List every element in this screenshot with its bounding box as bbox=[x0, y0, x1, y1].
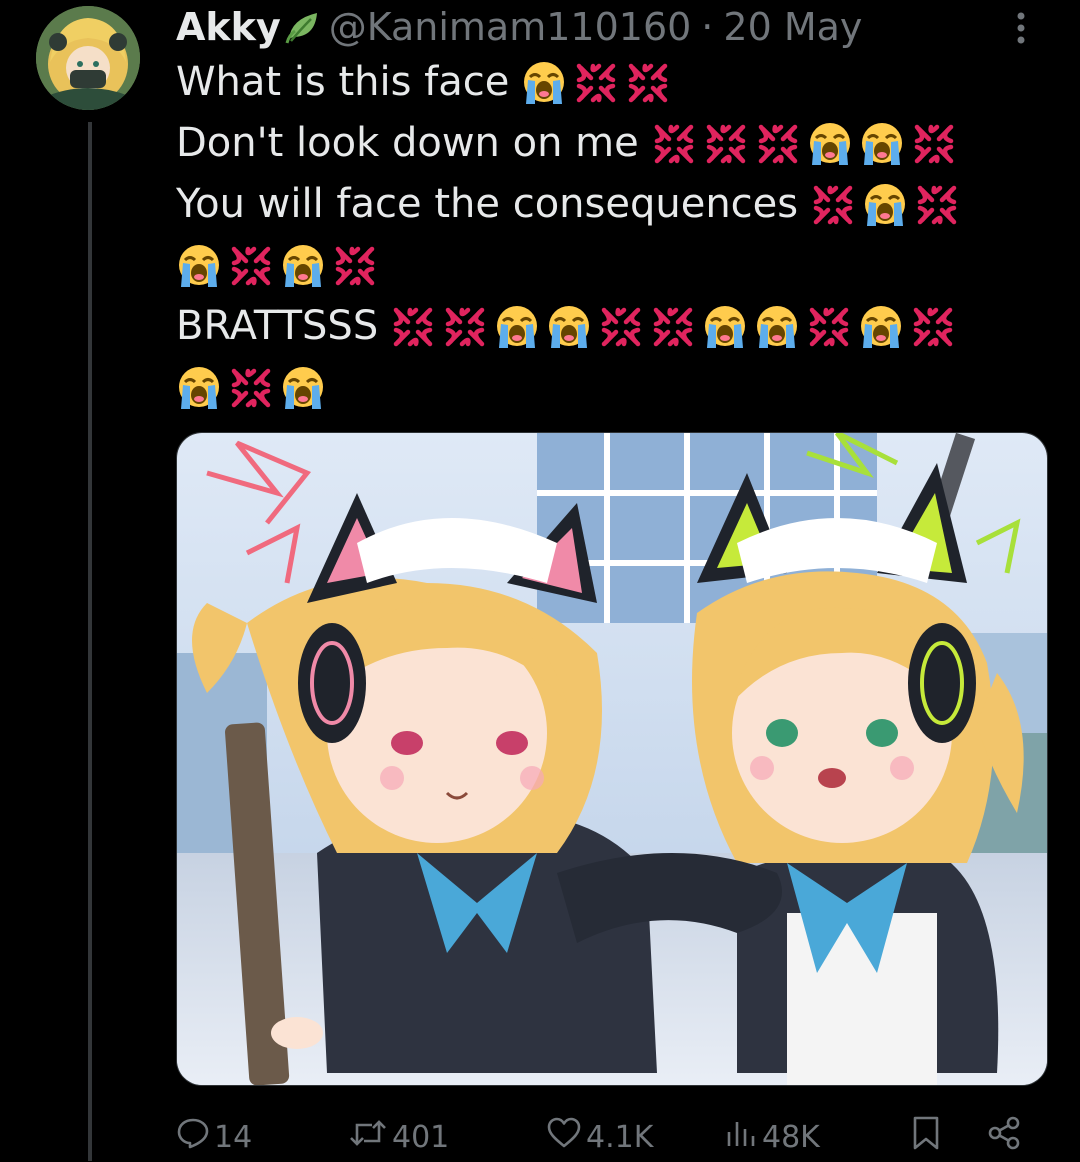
views-button[interactable]: 48K bbox=[724, 1112, 820, 1162]
emoji-group bbox=[521, 60, 677, 106]
loudly-crying-face-icon bbox=[807, 121, 853, 167]
tweet-actions: 14 401 4.1K 48K bbox=[176, 1112, 1036, 1162]
tweet-text: What is this face Don't look down on me Yo… bbox=[176, 52, 1036, 418]
like-button[interactable]: 4.1K bbox=[546, 1112, 653, 1162]
loudly-crying-face-icon bbox=[494, 304, 540, 350]
tweet-line: Don't look down on me bbox=[176, 113, 1036, 174]
anger-symbol-icon bbox=[806, 304, 852, 350]
thread-line bbox=[88, 122, 92, 1161]
anger-symbol-icon bbox=[910, 304, 956, 350]
emoji-group bbox=[176, 365, 332, 411]
loudly-crying-face-icon bbox=[546, 304, 592, 350]
loudly-crying-face-icon bbox=[176, 243, 222, 289]
tweet-line: BRATTSSS bbox=[176, 296, 1036, 357]
bookmark-button[interactable] bbox=[910, 1112, 946, 1162]
repost-icon bbox=[348, 1116, 392, 1158]
loudly-crying-face-icon bbox=[521, 60, 567, 106]
loudly-crying-face-icon bbox=[280, 243, 326, 289]
anger-symbol-icon bbox=[228, 243, 274, 289]
avatar[interactable] bbox=[36, 6, 140, 110]
loudly-crying-face-icon bbox=[754, 304, 800, 350]
tweet-line bbox=[176, 357, 1036, 418]
like-count: 4.1K bbox=[586, 1119, 654, 1155]
more-vertical-icon[interactable] bbox=[1006, 6, 1036, 50]
anger-symbol-icon bbox=[651, 121, 697, 167]
header-separator: · bbox=[701, 5, 714, 49]
author-handle[interactable]: @Kanimam110160 bbox=[329, 2, 692, 52]
bookmark-icon bbox=[910, 1115, 946, 1159]
tweet-line: You will face the consequences bbox=[176, 174, 1036, 235]
share-icon bbox=[986, 1115, 1026, 1159]
tweet-header: Akky @Kanimam110160 · 20 May bbox=[176, 2, 862, 52]
tweet-line: What is this face bbox=[176, 52, 1036, 113]
anger-symbol-icon bbox=[228, 365, 274, 411]
anger-symbol-icon bbox=[810, 182, 856, 228]
loudly-crying-face-icon bbox=[280, 365, 326, 411]
anger-symbol-icon bbox=[390, 304, 436, 350]
tweet-date[interactable]: 20 May bbox=[723, 2, 862, 52]
tweet-line bbox=[176, 235, 1036, 296]
repost-count: 401 bbox=[392, 1119, 450, 1155]
anger-symbol-icon bbox=[914, 182, 960, 228]
anger-symbol-icon bbox=[625, 60, 671, 106]
anger-symbol-icon bbox=[573, 60, 619, 106]
tweet-line-text: BRATTSSS bbox=[176, 303, 379, 349]
tweet-media-image[interactable] bbox=[176, 432, 1048, 1086]
heart-icon bbox=[546, 1116, 586, 1158]
tweet-line-text: You will face the consequences bbox=[176, 181, 799, 227]
views-icon bbox=[724, 1116, 762, 1158]
view-count: 48K bbox=[762, 1119, 820, 1155]
anger-symbol-icon bbox=[650, 304, 696, 350]
reply-button[interactable]: 14 bbox=[176, 1112, 252, 1162]
emoji-group bbox=[651, 121, 963, 167]
loudly-crying-face-icon bbox=[858, 304, 904, 350]
loudly-crying-face-icon bbox=[702, 304, 748, 350]
anger-symbol-icon bbox=[755, 121, 801, 167]
anger-symbol-icon bbox=[911, 121, 957, 167]
emoji-group bbox=[176, 243, 384, 289]
anger-symbol-icon bbox=[703, 121, 749, 167]
tweet-line-text: Don't look down on me bbox=[176, 120, 639, 166]
loudly-crying-face-icon bbox=[176, 365, 222, 411]
repost-button[interactable]: 401 bbox=[348, 1112, 449, 1162]
anger-symbol-icon bbox=[598, 304, 644, 350]
anger-symbol-icon bbox=[442, 304, 488, 350]
tweet-line-text: What is this face bbox=[176, 59, 510, 105]
emoji-group bbox=[390, 304, 962, 350]
anger-symbol-icon bbox=[332, 243, 378, 289]
reply-count: 14 bbox=[214, 1119, 253, 1155]
leaf-icon bbox=[283, 7, 323, 47]
reply-icon bbox=[176, 1116, 214, 1158]
author-display-name[interactable]: Akky bbox=[176, 2, 281, 52]
emoji-group bbox=[810, 182, 966, 228]
loudly-crying-face-icon bbox=[862, 182, 908, 228]
share-button[interactable] bbox=[986, 1112, 1026, 1162]
loudly-crying-face-icon bbox=[859, 121, 905, 167]
